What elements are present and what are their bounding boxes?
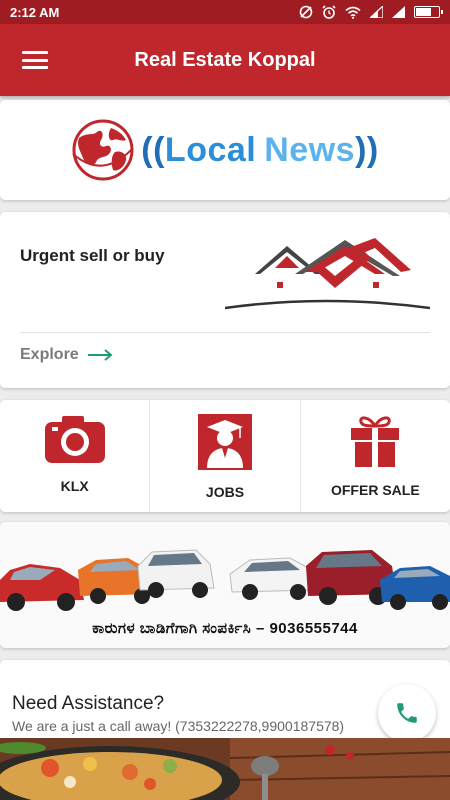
arrow-right-icon <box>87 349 113 361</box>
cars-illustration <box>0 549 450 611</box>
food-banner-image[interactable] <box>0 738 450 800</box>
signal-icon-1 <box>370 6 383 18</box>
local-news-logo: (( Local News )) <box>71 118 378 182</box>
news-open-paren: (( <box>141 130 165 169</box>
category-label: KLX <box>60 478 89 494</box>
alarm-icon <box>322 5 336 19</box>
assistance-card: Need Assistance? We are a just a call aw… <box>0 660 450 742</box>
category-label: OFFER SALE <box>330 482 420 498</box>
phone-icon <box>397 703 417 723</box>
hamburger-menu-button[interactable] <box>22 51 48 69</box>
globe-icon <box>72 119 134 181</box>
sell-card-title: Urgent sell or buy <box>20 246 165 265</box>
assistance-title: Need Assistance? <box>12 693 165 714</box>
category-klx[interactable]: KLX <box>0 400 151 512</box>
app-title: Real Estate Koppal <box>134 48 316 71</box>
car-rental-banner[interactable]: ಕಾರುಗಳ ಬಾಡಿಗೆಗಾಗಿ ಸಂಪರ್ಕಿಸಿ – 9036555744 <box>0 522 450 648</box>
explore-label: Explore <box>20 346 79 363</box>
house-roof-icon <box>225 238 430 310</box>
status-time: 2:12 AM <box>10 4 60 20</box>
graduate-icon <box>197 414 252 470</box>
app-bar: Real Estate Koppal <box>0 24 450 96</box>
news-close-paren: )) <box>355 130 379 169</box>
sell-buy-card[interactable]: Urgent sell or buy Explore <box>0 212 450 388</box>
category-offer-sale[interactable]: OFFER SALE <box>301 400 450 512</box>
hamburger-icon-line <box>22 58 48 62</box>
do-not-disturb-icon <box>299 5 313 19</box>
call-button[interactable] <box>378 684 436 742</box>
signal-icon-2 <box>392 6 405 18</box>
car-rental-caption: ಕಾರುಗಳ ಬಾಡಿಗೆಗಾಗಿ ಸಂಪರ್ಕಿಸಿ – 9036555744 <box>92 620 358 637</box>
hamburger-icon-line <box>22 66 48 69</box>
assistance-subtitle: We are a just a call away! (7353222278,9… <box>12 718 345 734</box>
status-bar: 2:12 AM <box>0 0 450 24</box>
gift-icon <box>351 416 400 467</box>
sell-card-divider <box>20 332 430 333</box>
battery-icon <box>414 6 443 18</box>
status-icons <box>299 5 443 19</box>
local-news-wordmark: (( Local News )) <box>141 131 378 170</box>
camera-icon <box>44 416 105 463</box>
explore-link[interactable]: Explore <box>20 346 113 364</box>
news-word-news: News <box>264 130 356 169</box>
food-photo <box>0 738 450 800</box>
hamburger-icon <box>22 51 48 54</box>
category-label: JOBS <box>205 484 245 500</box>
news-word-local: Local <box>164 130 257 169</box>
category-jobs[interactable]: JOBS <box>150 400 301 512</box>
categories-card: KLX JOBS OFFER SALE <box>0 400 450 512</box>
local-news-banner[interactable]: (( Local News )) <box>0 100 450 200</box>
wifi-icon <box>345 6 361 19</box>
